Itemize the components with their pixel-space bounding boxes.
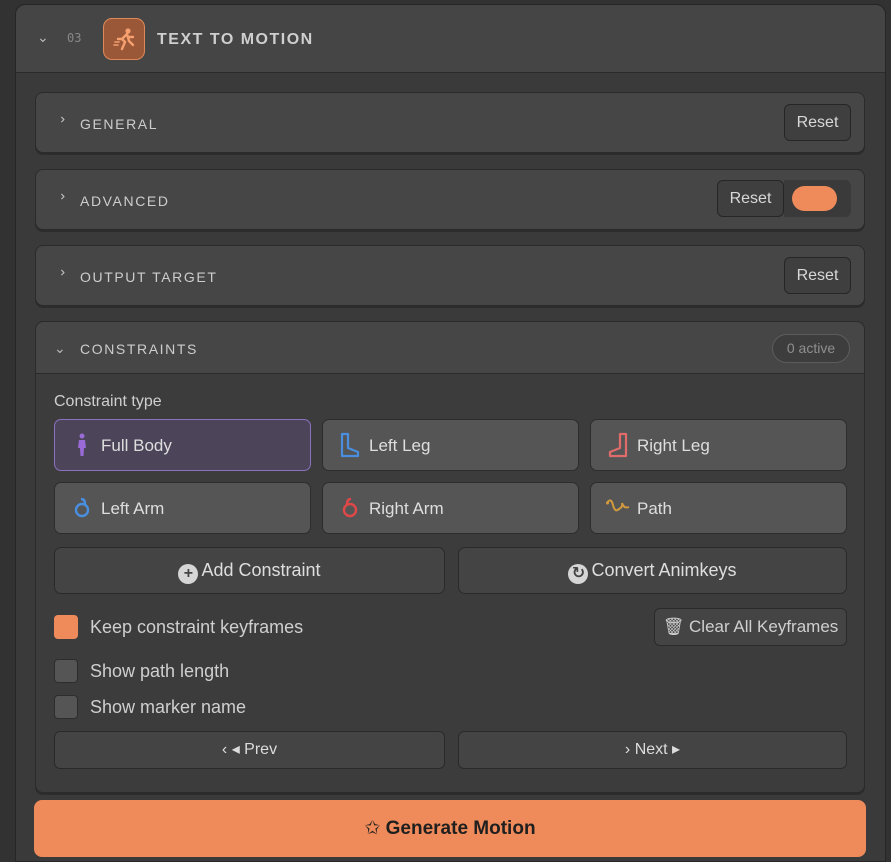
running-figure-icon (103, 18, 145, 60)
constraint-type-right-arm[interactable]: Right Arm (322, 482, 579, 534)
show-path-length-checkbox[interactable] (54, 659, 78, 683)
general-section[interactable]: ⌄ GENERAL Reset (35, 92, 865, 153)
convert-icon: ↻ (568, 564, 589, 584)
output-target-title: OUTPUT TARGET (80, 269, 218, 285)
chevron-left-icon: ‹ (221, 741, 228, 758)
general-reset-button[interactable]: Reset (784, 104, 851, 141)
constraint-type-left-arm[interactable]: Left Arm (54, 482, 311, 534)
constraint-type-full-body[interactable]: Full Body (54, 419, 311, 471)
type-label: Right Leg (637, 436, 710, 455)
constraints-header[interactable]: ⌄ CONSTRAINTS 0 active (36, 322, 864, 374)
left-leg-icon (340, 432, 360, 458)
output-target-reset-button[interactable]: Reset (784, 257, 851, 294)
type-label: Left Leg (369, 436, 431, 455)
show-path-length-label: Show path length (90, 661, 230, 681)
type-label: Left Arm (101, 499, 165, 518)
collapse-chevron-icon[interactable]: ⌄ (54, 340, 66, 357)
keep-keyframes-checkbox[interactable] (54, 615, 78, 639)
advanced-reset-button[interactable]: Reset (717, 180, 784, 217)
advanced-toggle[interactable] (792, 186, 837, 211)
active-count-badge: 0 active (772, 334, 850, 363)
constraint-type-left-leg[interactable]: Left Leg (322, 419, 579, 471)
type-label: Path (637, 499, 672, 518)
show-marker-name-label: Show marker name (90, 697, 247, 717)
panel-title: TEXT TO MOTION (157, 31, 314, 48)
text-to-motion-panel: ⌄ 03 TEXT TO MOTION ⌄ GENERAL Reset ⌄ AD… (15, 4, 886, 862)
output-target-section[interactable]: ⌄ OUTPUT TARGET Reset (35, 245, 865, 306)
advanced-title: ADVANCED (80, 193, 170, 209)
chevron-right-icon: › (624, 741, 631, 758)
constraint-type-label: Constraint type (54, 393, 162, 410)
panel-header[interactable]: ⌄ 03 TEXT TO MOTION (16, 5, 885, 73)
right-leg-icon (608, 432, 628, 458)
expand-chevron-icon[interactable]: ⌄ (51, 114, 68, 126)
plus-circle-icon: + (178, 564, 199, 584)
clear-all-keyframes-button[interactable]: 🗑︎ Clear All Keyframes (654, 608, 847, 646)
prev-button[interactable]: ‹ ◂ Prev (54, 731, 445, 769)
show-marker-name-checkbox[interactable] (54, 695, 78, 719)
panel-number: 03 (67, 31, 82, 45)
advanced-section[interactable]: ⌄ ADVANCED Reset (35, 169, 865, 230)
left-arm-icon (74, 497, 90, 518)
collapse-chevron-icon[interactable]: ⌄ (37, 29, 49, 46)
constraints-title: CONSTRAINTS (80, 341, 198, 357)
expand-chevron-icon[interactable]: ⌄ (51, 191, 68, 203)
general-title: GENERAL (80, 116, 159, 132)
path-icon (606, 499, 630, 512)
generate-motion-button[interactable]: ✩ Generate Motion (34, 800, 866, 857)
expand-chevron-icon[interactable]: ⌄ (51, 267, 68, 279)
constraints-section: ⌄ CONSTRAINTS 0 active Constraint type F… (35, 321, 865, 793)
convert-animkeys-button[interactable]: ↻ Convert Animkeys (458, 547, 847, 594)
advanced-toggle-container (784, 180, 851, 217)
full-body-icon (78, 433, 86, 456)
add-constraint-button[interactable]: + Add Constraint (54, 547, 445, 594)
type-label: Full Body (101, 436, 172, 455)
trash-icon: 🗑︎ (662, 617, 685, 636)
constraint-type-right-leg[interactable]: Right Leg (590, 419, 847, 471)
type-label: Right Arm (369, 499, 444, 518)
keep-keyframes-label: Keep constraint keyframes (90, 617, 304, 637)
next-button[interactable]: › Next ▸ (458, 731, 847, 769)
right-arm-icon (342, 497, 358, 518)
sparkle-icon: ✩ (364, 818, 381, 839)
constraint-type-path[interactable]: Path (590, 482, 847, 534)
